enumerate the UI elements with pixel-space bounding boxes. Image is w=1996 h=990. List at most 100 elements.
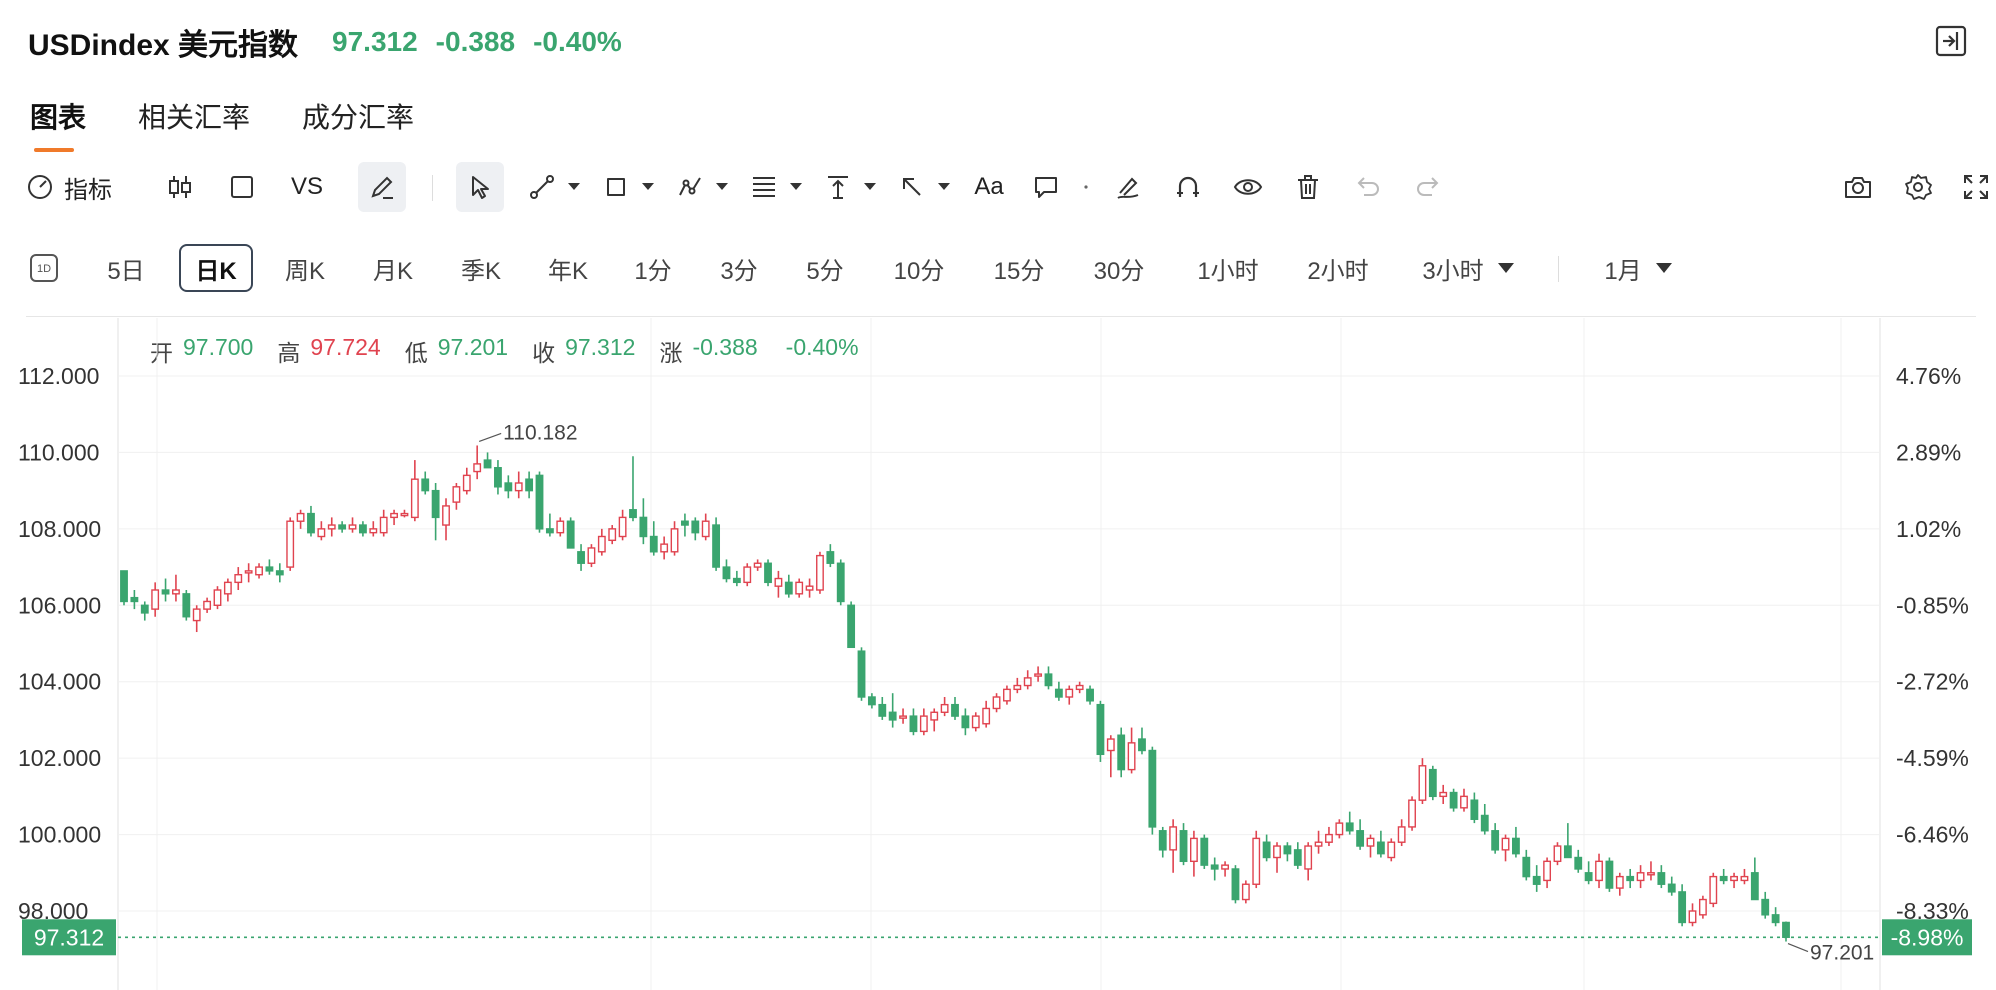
candle-body	[525, 478, 534, 492]
max-leader-line	[478, 432, 502, 443]
y-pct-tick-label: 2.89%	[1896, 439, 1961, 465]
candle-body	[130, 596, 139, 603]
y-pct-tick-label: -0.85%	[1896, 592, 1969, 618]
candle-body	[1761, 898, 1770, 916]
candle-body	[681, 520, 689, 526]
candle-body	[275, 570, 284, 576]
candle-body	[1719, 875, 1728, 882]
candle-body	[1003, 688, 1011, 702]
candle-body	[151, 589, 160, 610]
candle-body	[1034, 673, 1043, 677]
candle-body	[1636, 872, 1645, 882]
candle-body	[826, 551, 835, 564]
candle-body	[348, 524, 357, 530]
min-leader-line	[1787, 942, 1809, 953]
candle-body	[629, 509, 637, 519]
candle-body	[1657, 872, 1666, 885]
candle-body	[888, 711, 897, 721]
candle-body	[1376, 841, 1385, 855]
candle-body	[816, 554, 824, 591]
candle-body	[1501, 837, 1510, 851]
candle-body	[379, 516, 388, 534]
candle-body	[1106, 738, 1115, 752]
candle-body	[140, 604, 149, 614]
candle-body	[120, 570, 128, 603]
candle-body	[1491, 830, 1500, 851]
candle-body	[1345, 822, 1354, 832]
y-pct-tick-label: -4.59%	[1896, 745, 1969, 771]
candle-body	[1075, 684, 1084, 691]
candle-body	[784, 581, 793, 595]
candle-body	[587, 547, 596, 564]
candle-body	[743, 566, 752, 584]
candle-body	[1574, 856, 1583, 870]
candle-body	[400, 512, 409, 517]
candle-body	[722, 566, 731, 580]
candle-body	[712, 524, 721, 568]
candle-body	[992, 696, 1001, 710]
candle-body	[1283, 845, 1292, 855]
candle-body	[795, 581, 804, 595]
y-tick-label: 110.000	[18, 439, 99, 465]
candle-body	[161, 589, 170, 595]
candle-body	[1470, 799, 1479, 820]
candle-body	[182, 593, 191, 618]
candle-body	[1698, 898, 1707, 916]
candle-body	[1148, 749, 1157, 828]
candle-body	[1304, 845, 1313, 870]
candle-body	[1709, 875, 1718, 905]
y-tick-label: 112.000	[18, 363, 99, 389]
candle-body	[483, 459, 492, 469]
candle-body	[1688, 910, 1697, 924]
candle-body	[172, 589, 180, 595]
candle-body	[1605, 860, 1614, 889]
last-pct-text: -8.98%	[1891, 924, 1964, 950]
candle-body	[1325, 833, 1333, 843]
candle-body	[244, 570, 253, 574]
candle-body	[1273, 845, 1281, 859]
candle-body	[805, 585, 814, 591]
y-tick-label: 108.000	[18, 516, 101, 542]
candle-body	[1023, 677, 1032, 687]
max-price-label: 110.182	[503, 421, 577, 444]
candle-body	[899, 715, 907, 719]
candle-body	[1200, 837, 1209, 866]
candle-body	[867, 696, 876, 706]
candle-body	[1439, 791, 1448, 798]
candle-body	[1117, 734, 1126, 771]
candle-body	[1543, 860, 1552, 882]
candle-body	[192, 608, 201, 622]
candle-body	[1241, 883, 1250, 901]
candle-body	[317, 528, 326, 538]
candle-body	[1366, 837, 1375, 847]
candle-body	[597, 535, 606, 553]
candle-body	[691, 520, 700, 534]
candle-body	[909, 715, 918, 733]
candle-body	[410, 478, 419, 519]
candle-body	[1553, 845, 1562, 863]
y-tick-label: 106.000	[18, 592, 101, 618]
y-tick-label: 100.000	[18, 822, 101, 848]
candle-body	[1512, 837, 1520, 855]
candlestick-chart[interactable]: 112.000 4.76% 110.000 2.89% 108.000 1.02% 106.…	[0, 0, 1996, 990]
candle-body	[462, 474, 471, 492]
candle-body	[670, 528, 679, 553]
y-pct-tick-label: -6.46%	[1896, 822, 1969, 848]
candle-body	[1314, 841, 1323, 847]
candle-body	[1262, 841, 1271, 859]
candle-body	[951, 703, 959, 717]
candle-body	[857, 650, 866, 698]
candle-body	[203, 600, 212, 610]
candle-body	[1138, 738, 1146, 752]
candle-body	[1044, 673, 1053, 687]
candle-body	[1231, 868, 1240, 901]
candle-body	[639, 516, 648, 538]
candle-body	[234, 574, 243, 584]
candle-body	[431, 489, 440, 519]
candle-body	[940, 703, 949, 713]
y-tick-label: 104.000	[18, 669, 101, 695]
candle-body	[1158, 830, 1167, 851]
candle-body	[1387, 841, 1396, 859]
candle-body	[836, 562, 845, 603]
candle-body	[1740, 875, 1749, 882]
